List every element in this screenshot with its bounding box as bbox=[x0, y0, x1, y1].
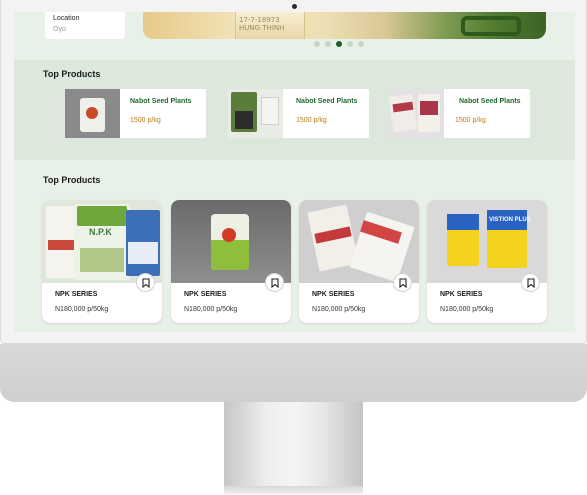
section-title: Top Products bbox=[43, 175, 101, 185]
location-value: Oyo bbox=[53, 26, 66, 33]
carousel-dot[interactable] bbox=[358, 41, 364, 47]
featured-product-card[interactable]: Nabot Seed Plants 1500 p/kg bbox=[389, 89, 530, 138]
bookmark-icon[interactable] bbox=[521, 273, 540, 292]
product-price: 1500 p/kg bbox=[296, 117, 327, 124]
product-name: Nabot Seed Plants bbox=[130, 98, 192, 105]
product-price: N180,000 p/50kg bbox=[440, 306, 494, 313]
location-card[interactable]: Location Oyo bbox=[45, 12, 125, 39]
carousel-dot[interactable] bbox=[347, 41, 353, 47]
product-image bbox=[171, 200, 291, 283]
product-price: 1500 p/kg bbox=[130, 117, 161, 124]
banner-handle-image bbox=[461, 16, 521, 36]
product-thumbnail bbox=[389, 89, 444, 138]
product-image-text: N.P.K bbox=[89, 227, 112, 237]
carousel-dots bbox=[314, 41, 364, 47]
location-label: Location bbox=[53, 15, 80, 22]
carousel-dot[interactable] bbox=[325, 41, 331, 47]
product-name: NPK SERIES bbox=[440, 291, 483, 298]
bookmark-icon[interactable] bbox=[393, 273, 412, 292]
product-name: NPK SERIES bbox=[55, 291, 98, 298]
product-thumbnail bbox=[228, 89, 283, 138]
product-card[interactable]: NPK SERIES N180,000 p/50kg bbox=[171, 200, 291, 323]
product-image: VISTION PLUS bbox=[427, 200, 547, 283]
product-price: 1500 p/kg bbox=[455, 117, 486, 124]
camera-icon bbox=[292, 4, 297, 9]
product-name: Nabot Seed Plants bbox=[459, 98, 521, 105]
products-grid-section: Top Products N.P.K NPK SERIES N180,000 p… bbox=[14, 160, 575, 332]
product-price: N180,000 p/50kg bbox=[55, 306, 109, 313]
hero-banner[interactable]: 17-7-18973 HUNG THINH bbox=[143, 12, 546, 39]
monitor-stand bbox=[224, 402, 363, 486]
product-thumbnail bbox=[65, 89, 120, 138]
banner-text-line2: HUNG THINH bbox=[239, 24, 285, 32]
featured-products-section: Top Products Nabot Seed Plants 1500 p/kg… bbox=[14, 60, 575, 160]
hero-section: Location Oyo 17-7-18973 HUNG THINH bbox=[14, 12, 575, 60]
product-image bbox=[299, 200, 419, 283]
featured-product-card[interactable]: Nabot Seed Plants 1500 p/kg bbox=[228, 89, 369, 138]
product-image-text: VISTION PLUS bbox=[489, 217, 531, 223]
banner-bag-text: 17-7-18973 HUNG THINH bbox=[239, 16, 284, 32]
monitor-bezel: Location Oyo 17-7-18973 HUNG THINH Top P… bbox=[0, 0, 587, 344]
product-name: Nabot Seed Plants bbox=[296, 98, 358, 105]
monitor-stand-foot bbox=[224, 486, 363, 494]
section-title: Top Products bbox=[43, 69, 101, 79]
product-card[interactable]: N.P.K NPK SERIES N180,000 p/50kg bbox=[42, 200, 162, 323]
featured-product-card[interactable]: Nabot Seed Plants 1500 p/kg bbox=[65, 89, 206, 138]
product-card[interactable]: NPK SERIES N180,000 p/50kg bbox=[299, 200, 419, 323]
bookmark-icon[interactable] bbox=[136, 273, 155, 292]
product-image: N.P.K bbox=[42, 200, 162, 283]
product-name: NPK SERIES bbox=[312, 291, 355, 298]
banner-text-line1: 17-7-18973 bbox=[239, 16, 280, 24]
product-name: NPK SERIES bbox=[184, 291, 227, 298]
product-price: N180,000 p/50kg bbox=[312, 306, 366, 313]
screen: Location Oyo 17-7-18973 HUNG THINH Top P… bbox=[14, 12, 575, 332]
product-card[interactable]: VISTION PLUS NPK SERIES N180,000 p/50kg bbox=[427, 200, 547, 323]
carousel-dot[interactable] bbox=[314, 41, 320, 47]
bookmark-icon[interactable] bbox=[265, 273, 284, 292]
monitor-chin bbox=[0, 344, 587, 402]
carousel-dot-active[interactable] bbox=[336, 41, 342, 47]
product-price: N180,000 p/50kg bbox=[184, 306, 238, 313]
